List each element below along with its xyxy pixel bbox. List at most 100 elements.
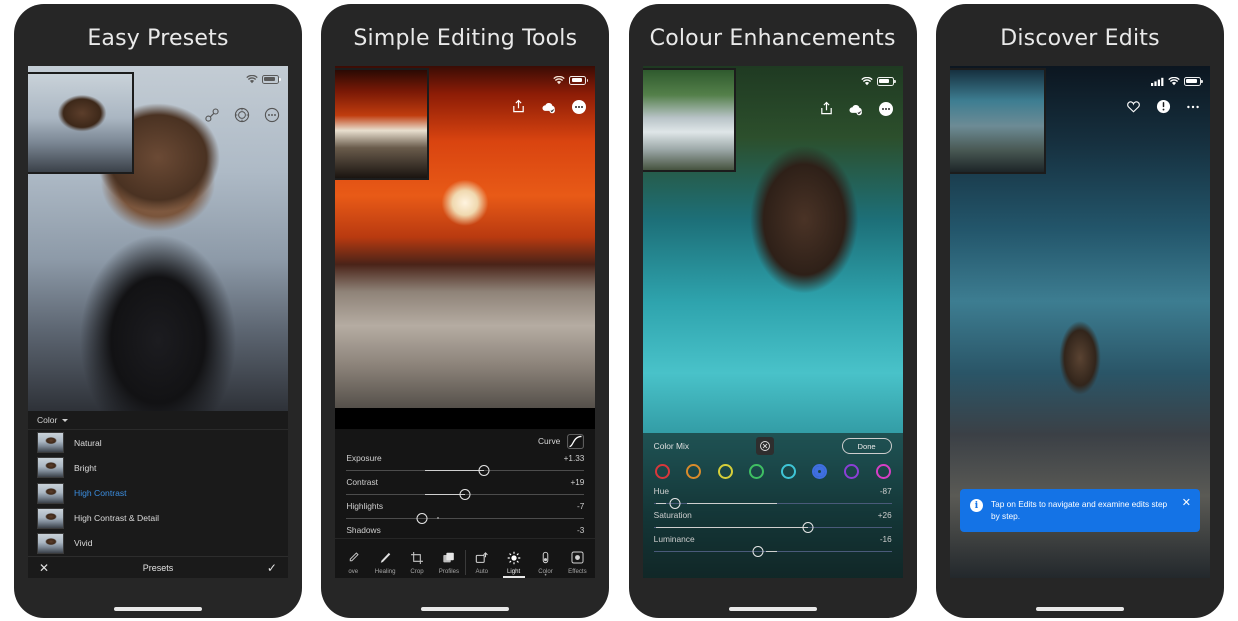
slider-knob[interactable] <box>752 546 764 557</box>
preset-list-item-selected[interactable]: High Contrast <box>28 480 288 505</box>
presets-bottom-sheet: Color Natural Bright High Contrast High … <box>28 411 288 578</box>
close-icon[interactable]: ✕ <box>1176 497 1191 509</box>
slider-knob[interactable] <box>802 522 814 533</box>
slider-value: +19 <box>570 478 585 487</box>
more-options-icon[interactable] <box>570 98 587 115</box>
preset-list-item[interactable]: Bright <box>28 455 288 480</box>
before-thumbnail-road[interactable] <box>642 68 736 172</box>
tool-remove[interactable]: ove <box>337 550 369 575</box>
wifi-icon <box>246 74 258 83</box>
curve-row[interactable]: Curve <box>335 429 595 453</box>
swatch-green[interactable] <box>749 464 765 479</box>
slider-contrast[interactable]: Contrast +19 <box>335 477 595 501</box>
slider-knob[interactable] <box>478 465 490 476</box>
preset-thumbnail <box>37 532 64 554</box>
tool-label: ove <box>348 568 359 575</box>
remove-tool-icon <box>347 550 360 565</box>
preset-list-item[interactable]: Vivid <box>28 531 288 556</box>
before-thumbnail-tunnel[interactable] <box>335 68 430 180</box>
effects-icon <box>571 550 584 565</box>
panel-title: Simple Editing Tools <box>353 26 578 51</box>
tool-label: Healing <box>374 568 396 575</box>
info-icon[interactable] <box>1155 98 1172 115</box>
more-options-icon[interactable] <box>1185 98 1202 115</box>
slider-track[interactable] <box>346 464 585 477</box>
favorite-heart-icon[interactable] <box>1125 98 1142 115</box>
preset-group-header[interactable]: Color <box>28 411 288 431</box>
link-icon[interactable] <box>203 106 220 123</box>
chevron-down-icon <box>62 418 69 422</box>
slider-shadows[interactable]: Shadows -3 <box>335 525 595 538</box>
tool-effects[interactable]: Effects <box>561 550 593 575</box>
slider-label: Saturation <box>653 510 692 520</box>
target-adjust-icon[interactable] <box>756 437 775 455</box>
photo-action-bar <box>818 100 895 117</box>
cloud-sync-icon[interactable] <box>848 100 865 117</box>
swatch-red[interactable] <box>654 464 670 479</box>
swatch-yellow[interactable] <box>717 464 733 479</box>
slider-track[interactable] <box>346 512 585 525</box>
slider-hue[interactable]: Hue -87 <box>643 486 903 510</box>
cloud-sync-icon[interactable] <box>540 98 557 115</box>
share-icon[interactable] <box>510 98 527 115</box>
slider-knob[interactable] <box>669 498 681 509</box>
share-icon[interactable] <box>818 100 835 117</box>
confirm-button[interactable]: ✓ <box>267 562 277 574</box>
tool-modified-dot: • <box>544 573 547 578</box>
battery-icon <box>1183 76 1203 86</box>
before-thumbnail-waterfall[interactable] <box>949 68 1046 174</box>
slider-exposure[interactable]: Exposure +1.33 <box>335 453 595 477</box>
slider-knob[interactable] <box>416 513 428 524</box>
tool-crop[interactable]: Crop <box>401 550 433 575</box>
home-indicator <box>114 607 202 611</box>
preset-thumbnail <box>37 507 64 529</box>
slider-track[interactable] <box>653 545 892 558</box>
photo-action-bar <box>1125 98 1202 115</box>
tone-curve-icon[interactable] <box>567 433 585 449</box>
tool-color[interactable]: Color • <box>530 550 562 578</box>
panel-title: Discover Edits <box>1000 26 1160 51</box>
tool-auto[interactable]: Auto <box>464 550 498 575</box>
before-thumbnail-portrait[interactable] <box>28 72 134 174</box>
preset-list-item[interactable]: Natural <box>28 430 288 455</box>
preset-thumbnail <box>37 457 64 479</box>
color-mix-header: Color Mix Done <box>643 433 903 459</box>
tool-healing[interactable]: Healing <box>369 550 401 575</box>
swatch-purple[interactable] <box>844 464 860 479</box>
slider-highlights[interactable]: Highlights -7 <box>335 501 595 525</box>
swatch-blue-selected[interactable] <box>812 464 828 479</box>
tool-profiles[interactable]: Profiles <box>433 550 465 575</box>
slider-knob[interactable] <box>459 489 471 500</box>
slider-track[interactable] <box>653 521 892 534</box>
slider-label: Luminance <box>653 534 695 544</box>
preset-name: Vivid <box>74 538 93 549</box>
phone-screen: Color Mix Done Hue -87 Saturation +26 Lu… <box>642 66 903 578</box>
phone-panel-discover-edits: Discover Edits i Tap on Edits to navigat… <box>935 4 1224 618</box>
cancel-button[interactable]: ✕ <box>39 562 49 574</box>
more-options-icon[interactable] <box>263 106 280 123</box>
done-button[interactable]: Done <box>841 438 892 454</box>
target-adjust-icon[interactable] <box>233 106 250 123</box>
preset-name: Bright <box>74 462 97 473</box>
preset-list-item[interactable]: High Contrast & Detail <box>28 506 288 531</box>
swatch-magenta[interactable] <box>875 464 891 479</box>
phone-panel-simple-editing-tools: Simple Editing Tools Curve Exposure +1.3… <box>321 4 610 618</box>
edit-toolbar: ove Healing Crop Profiles Auto Light Col… <box>335 538 596 578</box>
slider-track[interactable] <box>346 488 585 501</box>
color-drop-icon <box>539 550 552 565</box>
tool-light[interactable]: Light <box>498 550 530 575</box>
profiles-icon <box>442 550 456 565</box>
slider-luminance[interactable]: Luminance -16 <box>643 534 903 562</box>
light-sun-icon <box>507 550 521 565</box>
phone-screen: Color Natural Bright High Contrast High … <box>28 66 288 578</box>
tooltip-discover-edits: i Tap on Edits to navigate and examine e… <box>959 488 1200 532</box>
presets-action-bar: ✕ Presets ✓ <box>28 556 288 578</box>
tool-label: Profiles <box>438 568 460 575</box>
swatch-aqua[interactable] <box>780 464 796 479</box>
slider-saturation[interactable]: Saturation +26 <box>643 510 903 534</box>
slider-track[interactable] <box>653 497 892 510</box>
more-options-icon[interactable] <box>878 100 895 117</box>
slider-value: -87 <box>879 487 892 496</box>
swatch-orange[interactable] <box>686 464 702 479</box>
curve-label: Curve <box>537 436 561 446</box>
